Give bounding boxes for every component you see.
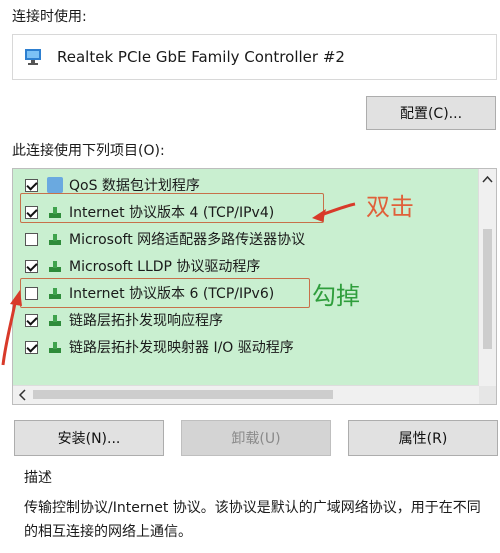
horizontal-scroll-thumb[interactable] xyxy=(33,390,333,399)
network-adapter-icon xyxy=(25,49,41,65)
connect-using-label: 连接时使用: xyxy=(12,9,87,25)
description-label: 描述 xyxy=(24,470,52,486)
vertical-scroll-thumb[interactable] xyxy=(483,229,492,349)
properties-button[interactable]: 属性(R) xyxy=(348,420,498,456)
items-label: 此连接使用下列项目(O): xyxy=(12,143,165,159)
annotation-double-click: 双击 xyxy=(366,193,414,221)
adapter-name: Realtek PCIe GbE Family Controller #2 xyxy=(57,48,345,66)
vertical-scrollbar[interactable] xyxy=(478,169,496,387)
adapter-box: Realtek PCIe GbE Family Controller #2 xyxy=(12,34,497,80)
install-button[interactable]: 安装(N)... xyxy=(14,420,164,456)
scroll-corner xyxy=(479,386,496,404)
scroll-left-icon[interactable] xyxy=(15,386,31,404)
annotation-uncheck: 勾掉 xyxy=(312,282,360,310)
configure-button[interactable]: 配置(C)... xyxy=(366,96,496,130)
horizontal-scrollbar[interactable] xyxy=(13,385,479,404)
scroll-up-icon[interactable] xyxy=(479,172,496,188)
description-text: 传输控制协议/Internet 协议。该协议是默认的广域网络协议，用于在不同的相… xyxy=(24,500,481,540)
uninstall-button[interactable]: 卸载(U) xyxy=(181,420,331,456)
